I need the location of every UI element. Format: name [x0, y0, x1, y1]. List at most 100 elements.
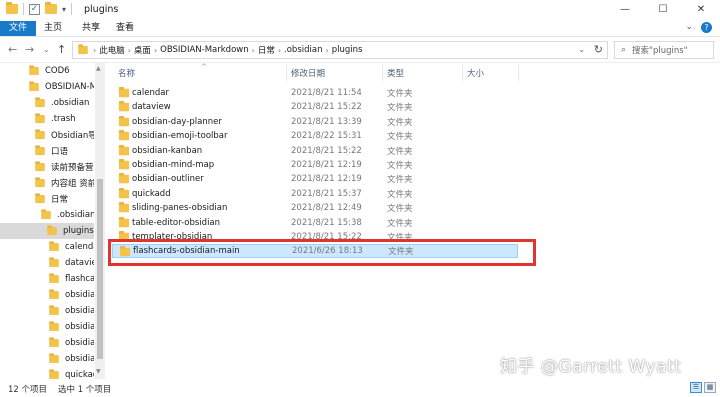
chevron-right-icon[interactable]: › — [154, 46, 157, 55]
refresh-icon[interactable]: ↻ — [594, 43, 603, 56]
chevron-right-icon[interactable]: › — [325, 46, 328, 55]
file-row[interactable]: dataview 2021/8/21 15:22 文件夹 — [112, 100, 518, 114]
folder-icon — [118, 202, 130, 213]
tab-share[interactable]: 共享 — [82, 21, 100, 36]
sidebar-item[interactable]: .obsidian — [0, 207, 94, 223]
sidebar-item-label: .trash — [51, 114, 76, 124]
search-input[interactable]: ⌕ 搜索"plugins" — [614, 41, 714, 59]
view-switcher: ☰ ▦ — [690, 382, 716, 393]
file-row[interactable]: calendar 2021/8/21 11:54 文件夹 — [112, 86, 518, 100]
sidebar-item[interactable]: OBSIDIAN-Ma — [0, 79, 94, 95]
sidebar-item[interactable]: Obsidian导出 — [0, 127, 94, 143]
sidebar-item[interactable]: flashcard — [0, 271, 94, 287]
column-divider[interactable] — [462, 65, 463, 81]
sidebar-item[interactable]: 口语 — [0, 143, 94, 159]
scroll-up-icon[interactable]: ▲ — [96, 65, 101, 72]
sidebar-scrollbar[interactable]: ▲ ▼ — [95, 63, 105, 379]
address-bar[interactable]: › 此电脑 › 桌面 › OBSIDIAN-Markdown › 日常 › .o… — [72, 41, 608, 59]
column-divider[interactable] — [286, 65, 287, 81]
sidebar-item[interactable]: 日常 — [0, 191, 94, 207]
breadcrumb-this-pc[interactable]: 此电脑 — [99, 44, 125, 56]
folder-icon — [35, 193, 45, 203]
sidebar-item[interactable]: obsidian — [0, 335, 94, 351]
breadcrumb-desktop[interactable]: 桌面 — [134, 44, 151, 56]
properties-icon[interactable]: ✓ — [29, 3, 40, 15]
file-name: obsidian-outliner — [132, 174, 204, 185]
breadcrumb-plugins[interactable]: plugins — [332, 45, 363, 55]
back-button[interactable]: ← — [8, 43, 17, 56]
file-row[interactable]: obsidian-emoji-toolbar 2021/8/22 15:31 文件夹 — [112, 129, 518, 143]
breadcrumb-obsidian-markdown[interactable]: OBSIDIAN-Markdown — [160, 45, 248, 55]
file-list: ^ 名称 修改日期 类型 大小 calendar 2021/8/21 11:54 文… — [106, 63, 720, 379]
sidebar-item[interactable]: dataview — [0, 255, 94, 271]
help-icon[interactable]: ? — [701, 22, 712, 33]
expand-ribbon-icon[interactable]: ⌄ — [685, 22, 693, 33]
sidebar-item[interactable]: 内容组 资前 — [0, 175, 94, 191]
toolbar-divider — [71, 3, 73, 15]
chevron-right-icon[interactable]: › — [128, 46, 131, 55]
customize-toolbar-icon[interactable]: ▾ — [62, 5, 66, 14]
file-row[interactable]: quickadd 2021/8/21 15:37 文件夹 — [112, 187, 518, 201]
forward-button[interactable]: → — [25, 43, 34, 56]
column-header-type[interactable]: 类型 — [387, 63, 404, 83]
folder-icon — [118, 144, 130, 155]
chevron-right-icon[interactable]: › — [278, 46, 281, 55]
sidebar-item[interactable]: quickadd — [0, 367, 94, 379]
sidebar-item[interactable]: .obsidian — [0, 95, 94, 111]
file-row[interactable]: obsidian-day-planner 2021/8/21 13:39 文件夹 — [112, 115, 518, 129]
sidebar-item[interactable]: obsidian — [0, 319, 94, 335]
sidebar-item[interactable]: COD6 — [0, 63, 94, 79]
column-header-size[interactable]: 大小 — [467, 63, 484, 83]
file-row[interactable]: obsidian-kanban 2021/8/21 15:22 文件夹 — [112, 144, 518, 158]
folder-icon — [29, 65, 39, 75]
large-icons-view-icon[interactable]: ▦ — [704, 382, 716, 393]
search-icon: ⌕ — [621, 45, 627, 55]
new-folder-icon[interactable] — [45, 2, 57, 14]
folder-icon[interactable] — [6, 2, 18, 14]
scroll-down-icon[interactable]: ▼ — [96, 368, 101, 375]
sidebar-item[interactable]: obsidian — [0, 287, 94, 303]
address-dropdown-icon[interactable]: ⌄ — [578, 45, 585, 54]
file-name: quickadd — [132, 188, 171, 199]
sidebar-item[interactable]: calendar — [0, 239, 94, 255]
file-name: obsidian-emoji-toolbar — [132, 131, 228, 142]
tab-file[interactable]: 文件 — [0, 21, 36, 36]
column-header-date[interactable]: 修改日期 — [291, 63, 325, 83]
sidebar-item-label: obsidian — [65, 306, 94, 316]
file-date: 2021/8/21 15:22 — [291, 102, 362, 113]
chevron-right-icon[interactable]: › — [252, 46, 255, 55]
sidebar-item[interactable]: 读前预备营 — [0, 159, 94, 175]
scrollbar-thumb[interactable] — [97, 179, 103, 359]
sidebar-item[interactable]: .trash — [0, 111, 94, 127]
breadcrumb-obsidian[interactable]: .obsidian — [284, 45, 322, 55]
column-header-name[interactable]: 名称 — [118, 63, 135, 83]
minimize-button[interactable]: — — [606, 0, 644, 20]
file-row[interactable]: obsidian-mind-map 2021/8/21 12:19 文件夹 — [112, 158, 518, 172]
file-row[interactable]: obsidian-outliner 2021/8/21 12:19 文件夹 — [112, 172, 518, 186]
breadcrumb-daily[interactable]: 日常 — [258, 44, 275, 56]
details-view-icon[interactable]: ☰ — [690, 382, 702, 393]
sidebar-item[interactable]: plugins — [0, 223, 94, 239]
folder-icon — [49, 353, 59, 363]
chevron-right-icon[interactable]: › — [93, 46, 96, 55]
sidebar-item-label: calendar — [65, 242, 94, 252]
close-button[interactable]: ✕ — [682, 0, 720, 20]
folder-icon — [49, 321, 59, 331]
folder-icon — [35, 97, 45, 107]
tab-view[interactable]: 查看 — [116, 21, 134, 36]
maximize-button[interactable]: ☐ — [644, 0, 682, 20]
tab-home[interactable]: 主页 — [44, 21, 62, 36]
column-divider[interactable] — [518, 65, 519, 81]
folder-icon — [78, 44, 88, 54]
folder-icon — [118, 115, 130, 127]
file-row[interactable]: sliding-panes-obsidian 2021/8/21 12:49 文件夹 — [112, 201, 518, 215]
sidebar-item-label: obsidian — [65, 338, 94, 348]
up-button[interactable]: ↑ — [57, 43, 66, 56]
recent-locations-button[interactable]: ⌄ — [43, 45, 50, 54]
navigation-bar: ← → ⌄ ↑ › 此电脑 › 桌面 › OBSIDIAN-Markdown ›… — [0, 37, 720, 63]
column-divider[interactable] — [382, 65, 383, 81]
sidebar-item[interactable]: obsidian — [0, 303, 94, 319]
file-type: 文件夹 — [387, 218, 413, 229]
sidebar-item[interactable]: obsidian — [0, 351, 94, 367]
file-row[interactable]: table-editor-obsidian 2021/8/21 15:38 文件夹 — [112, 216, 518, 230]
